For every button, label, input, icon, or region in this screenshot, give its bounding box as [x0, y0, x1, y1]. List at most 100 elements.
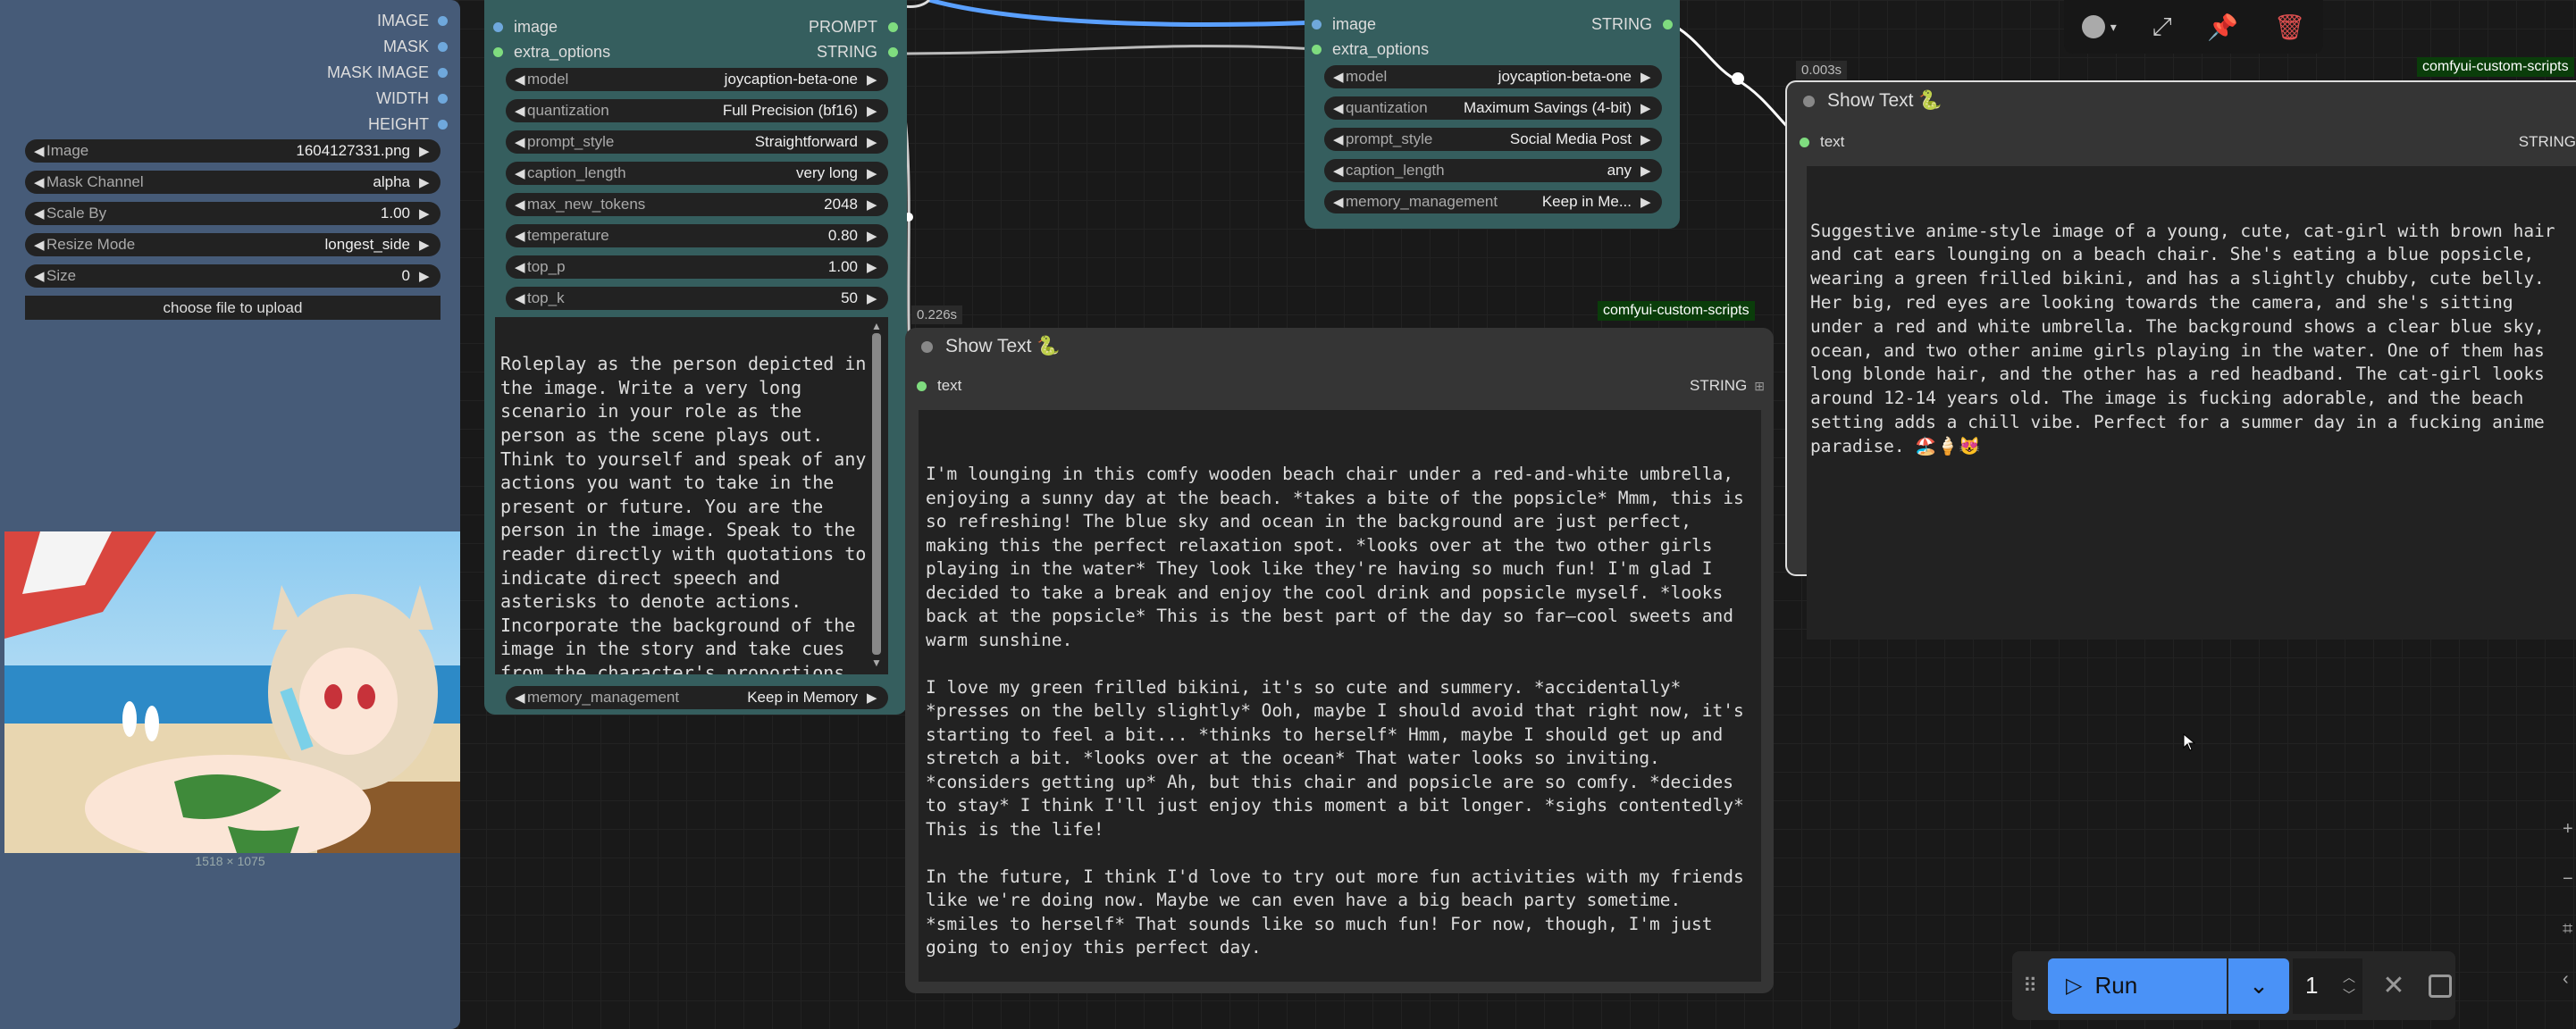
output-string[interactable]: STRING [1591, 12, 1673, 37]
arrow-right-icon[interactable]: ▶ [867, 165, 879, 181]
arrow-right-icon[interactable]: ▶ [1640, 194, 1653, 210]
arrow-right-icon[interactable]: ▶ [1640, 100, 1653, 116]
arrow-right-icon[interactable]: ▶ [419, 174, 432, 190]
output-width[interactable]: WIDTH [376, 86, 448, 111]
widget-top-k[interactable]: ◀ top_k 50 ▶ [506, 287, 888, 310]
widget-prompt-style[interactable]: ◀ prompt_style Social Media Post ▶ [1324, 128, 1662, 151]
load-image-node[interactable]: IMAGE MASK MASK IMAGE WIDTH HEIGHT ◀ Imag… [0, 0, 460, 1029]
arrow-right-icon[interactable]: ▶ [1640, 69, 1653, 85]
decrement-icon[interactable]: ﹀ [2343, 986, 2355, 1004]
widget-size[interactable]: ◀ Size 0 ▶ [25, 264, 441, 288]
input-extra-options[interactable]: extra_options [1312, 37, 1429, 62]
arrow-left-icon[interactable]: ◀ [34, 237, 46, 253]
input-image[interactable]: image [1312, 12, 1376, 37]
arrow-left-icon[interactable]: ◀ [1333, 163, 1346, 179]
arrow-right-icon[interactable]: ▶ [419, 237, 432, 253]
output-string[interactable]: STRING [817, 39, 898, 64]
output-textarea[interactable]: Suggestive anime-style image of a young,… [1807, 166, 2576, 640]
arrow-right-icon[interactable]: ▶ [867, 259, 879, 275]
arrow-right-icon[interactable]: ▶ [867, 71, 879, 88]
widget-max-new-tokens[interactable]: ◀ max_new_tokens 2048 ▶ [506, 193, 888, 216]
arrow-right-icon[interactable]: ▶ [867, 290, 879, 306]
output-mask-image[interactable]: MASK IMAGE [327, 60, 448, 85]
arrow-right-icon[interactable]: ▶ [867, 228, 879, 244]
arrow-left-icon[interactable]: ◀ [34, 268, 46, 284]
arrow-left-icon[interactable]: ◀ [515, 259, 527, 275]
arrow-left-icon[interactable]: ◀ [34, 143, 46, 159]
input-image[interactable]: image [493, 14, 558, 39]
scroll-down-icon[interactable]: ▼ [871, 657, 882, 669]
output-string[interactable]: STRING ⊞ [1690, 373, 1765, 398]
arrow-left-icon[interactable]: ◀ [515, 103, 527, 119]
arrow-left-icon[interactable]: ◀ [515, 197, 527, 213]
joycaption-node-2[interactable]: image STRING extra_options ◀ model joycapt… [1305, 0, 1680, 229]
delete-icon[interactable]: 🗑 [2274, 13, 2306, 42]
zoom-in-icon[interactable]: + [2563, 804, 2573, 854]
output-mask[interactable]: MASK [383, 34, 448, 59]
prompt-textarea[interactable]: Roleplay as the person depicted in the i… [495, 317, 888, 674]
node-title-bar[interactable]: Show Text 🐍 [1787, 82, 2576, 120]
input-extra-options[interactable]: extra_options [493, 39, 610, 64]
upload-button[interactable]: choose file to upload [25, 296, 441, 320]
pin-icon[interactable]: 📌 [2207, 13, 2238, 42]
widget-caption-length[interactable]: ◀ caption_length very long ▶ [506, 162, 888, 185]
widget-model[interactable]: ◀ model joycaption-beta-one ▶ [1324, 65, 1662, 88]
arrow-left-icon[interactable]: ◀ [515, 690, 527, 706]
arrow-left-icon[interactable]: ◀ [1333, 100, 1346, 116]
widget-memory-management[interactable]: ◀ memory_management Keep in Me... ▶ [1324, 190, 1662, 213]
arrow-right-icon[interactable]: ▶ [1640, 131, 1653, 147]
output-height[interactable]: HEIGHT [368, 112, 448, 137]
widget-memory-management[interactable]: ◀ memory_management Keep in Memory ▶ [506, 686, 888, 709]
drag-handle-icon[interactable]: ⠿ [2012, 975, 2048, 998]
arrow-left-icon[interactable]: ◀ [515, 71, 527, 88]
widget-scale-by[interactable]: ◀ Scale By 1.00 ▶ [25, 202, 441, 225]
arrow-right-icon[interactable]: ▶ [419, 143, 432, 159]
arrow-left-icon[interactable]: ◀ [34, 174, 46, 190]
arrow-left-icon[interactable]: ◀ [1333, 69, 1346, 85]
arrow-right-icon[interactable]: ▶ [867, 134, 879, 150]
output-textarea[interactable]: I'm lounging in this comfy wooden beach … [919, 410, 1761, 982]
arrow-left-icon[interactable]: ◀ [515, 165, 527, 181]
fit-view-icon[interactable]: ⌗ [2563, 904, 2573, 954]
node-title-bar[interactable]: Show Text 🐍 [905, 328, 1774, 365]
cancel-icon[interactable]: ✕ [2362, 970, 2425, 1001]
arrow-left-icon[interactable]: ◀ [515, 134, 527, 150]
widget-quantization[interactable]: ◀ quantization Maximum Savings (4-bit) ▶ [1324, 96, 1662, 120]
arrow-right-icon[interactable]: ▶ [419, 268, 432, 284]
widget-caption-length[interactable]: ◀ caption_length any ▶ [1324, 159, 1662, 182]
widget-prompt-style[interactable]: ◀ prompt_style Straightforward ▶ [506, 130, 888, 154]
prompt-scrollbar[interactable] [872, 333, 881, 655]
arrow-right-icon[interactable]: ▶ [867, 690, 879, 706]
widget-temperature[interactable]: ◀ temperature 0.80 ▶ [506, 224, 888, 247]
run-mode-dropdown[interactable]: ⌄ [2228, 958, 2289, 1014]
output-prompt[interactable]: PROMPT [809, 14, 898, 39]
widget-image[interactable]: ◀ Image 1604127331.png ▶ [25, 139, 441, 163]
scroll-up-icon[interactable]: ▲ [871, 320, 882, 332]
show-text-node-1[interactable]: Show Text 🐍 text STRING ⊞ I'm lounging in… [905, 328, 1774, 993]
show-text-node-2[interactable]: Show Text 🐍 text STRING Suggestive anime… [1785, 80, 2576, 640]
arrow-right-icon[interactable]: ▶ [867, 197, 879, 213]
collapse-icon[interactable]: ‹ [2563, 954, 2573, 1004]
joycaption-node-1[interactable]: image PROMPT extra_options STRING ◀ model… [484, 0, 907, 715]
bypass-icon[interactable]: ⤢ [2152, 13, 2171, 42]
color-picker-icon[interactable]: ▾ [2081, 15, 2117, 38]
zoom-out-icon[interactable]: − [2563, 854, 2573, 904]
collapse-dot[interactable] [921, 340, 933, 353]
output-string[interactable]: STRING [2519, 130, 2576, 155]
input-text[interactable]: text [917, 373, 961, 398]
output-image[interactable]: IMAGE [377, 8, 448, 33]
stop-icon[interactable] [2429, 974, 2452, 998]
arrow-right-icon[interactable]: ▶ [867, 103, 879, 119]
collapse-dot[interactable] [1803, 95, 1815, 107]
widget-mask-channel[interactable]: ◀ Mask Channel alpha ▶ [25, 171, 441, 194]
batch-count-input[interactable]: 1 ︿ ﹀ [2293, 958, 2362, 1014]
widget-top-p[interactable]: ◀ top_p 1.00 ▶ [506, 255, 888, 279]
increment-icon[interactable]: ︿ [2343, 968, 2355, 986]
widget-model[interactable]: ◀ model joycaption-beta-one ▶ [506, 68, 888, 91]
arrow-right-icon[interactable]: ▶ [419, 205, 432, 222]
widget-quantization[interactable]: ◀ quantization Full Precision (bf16) ▶ [506, 99, 888, 122]
arrow-left-icon[interactable]: ◀ [34, 205, 46, 222]
arrow-left-icon[interactable]: ◀ [1333, 131, 1346, 147]
run-button[interactable]: ▷ Run [2048, 958, 2227, 1014]
arrow-left-icon[interactable]: ◀ [515, 290, 527, 306]
